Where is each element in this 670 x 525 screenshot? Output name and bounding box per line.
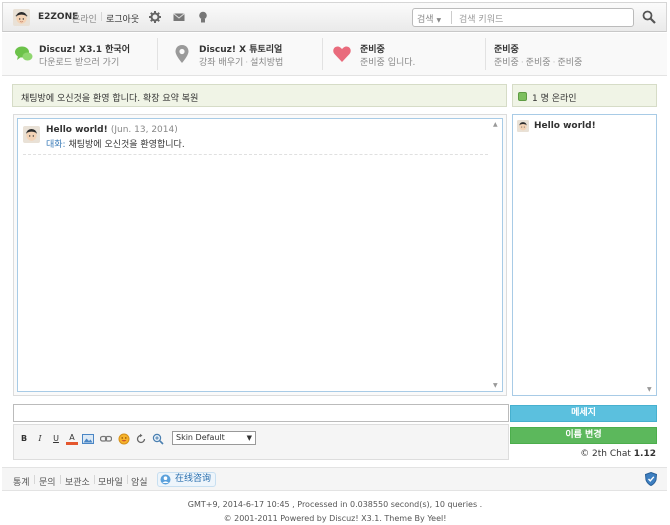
- font-color-icon[interactable]: A: [66, 433, 78, 445]
- message-author[interactable]: Hello world! (Jun. 13, 2014): [46, 125, 178, 135]
- gear-icon[interactable]: [149, 11, 161, 23]
- italic-icon[interactable]: I: [34, 433, 46, 445]
- intro-item-prep[interactable]: 준비중 준비중 입니다.: [332, 40, 482, 70]
- consult-icon: [160, 474, 171, 485]
- intro-link[interactable]: 준비중: [494, 58, 519, 68]
- search-icon[interactable]: [642, 10, 656, 24]
- message-body: 대화: 채팅방에 오신것을 환영합니다.: [46, 137, 185, 150]
- intro-sub[interactable]: 다운로드 받으러 가기: [39, 55, 119, 68]
- bold-icon[interactable]: B: [18, 433, 30, 445]
- divider: |: [93, 475, 97, 485]
- divider: |: [59, 475, 63, 485]
- intro-title: Discuz! X3.1 한국어: [39, 45, 130, 55]
- user-list[interactable]: Hello world! ▼: [512, 114, 657, 396]
- link-icon[interactable]: [100, 433, 112, 445]
- intro-title: Discuz! X 튜토리얼: [199, 45, 283, 55]
- editor-toolbar: B I U A Skin Default ▼: [13, 424, 509, 460]
- divider: |: [100, 12, 104, 22]
- chat-copyright: © 2th Chat 1.12: [580, 449, 656, 459]
- intro-sub: 강좌 배우기 · 설치방법: [199, 58, 284, 68]
- message-text: 채팅방에 오신것을 환영합니다.: [68, 140, 185, 150]
- lightbulb-icon[interactable]: [197, 11, 209, 23]
- divider: [322, 38, 323, 70]
- map-pin-icon: [175, 45, 189, 63]
- intro-link[interactable]: 준비중: [526, 58, 551, 68]
- scroll-down-icon[interactable]: ▼: [493, 382, 498, 389]
- search-input[interactable]: 검색 키워드: [459, 12, 503, 25]
- message-date: (Jun. 13, 2014): [110, 125, 178, 135]
- chat-message: Hello world! (Jun. 13, 2014) 대화: 채팅방에 오신…: [23, 125, 488, 155]
- skin-select[interactable]: Skin Default ▼: [172, 431, 256, 445]
- chat-module: 채팅방에 오신것을 환영 합니다. 확장 요약 복원 1 명 온라인 Hello…: [10, 79, 659, 463]
- intro-sub: 준비중 · 준비중 · 준비중: [494, 58, 583, 68]
- online-count-bar: 1 명 온라인: [512, 84, 657, 107]
- chat-message-input[interactable]: [13, 404, 509, 422]
- message-sender: 대화:: [46, 140, 66, 150]
- user-status: 온라인: [72, 15, 97, 25]
- top-bar: E2ZONE 온라인 | 로그아웃 검색 ▼ 검색 키워드: [2, 2, 667, 32]
- intro-item-prep-2[interactable]: 준비중 준비중 · 준비중 · 준비중: [494, 40, 654, 70]
- divider: [451, 11, 452, 24]
- shield-icon[interactable]: [645, 472, 657, 486]
- intro-title: 준비중: [360, 45, 385, 55]
- scroll-down-icon[interactable]: ▼: [647, 386, 652, 393]
- image-icon[interactable]: [82, 433, 94, 445]
- footer-link-darkroom[interactable]: 암실: [131, 475, 148, 488]
- chat-bubbles-icon: [15, 46, 33, 61]
- send-message-button[interactable]: 메세지: [510, 405, 657, 422]
- mail-icon[interactable]: [173, 11, 185, 23]
- intro-item-tutorial[interactable]: Discuz! X 튜토리얼 강좌 배우기 · 설치방법: [172, 40, 322, 70]
- intro-strip: Discuz! X3.1 한국어 다운로드 받으러 가기 Discuz! X 튜…: [2, 33, 667, 76]
- refresh-icon[interactable]: [135, 433, 147, 445]
- message-panel: Hello world! (Jun. 13, 2014) 대화: 채팅방에 오신…: [13, 114, 507, 396]
- footer-nav: 통계 | 문의 | 보관소 | 모바일 | 암실 在线咨询: [2, 467, 667, 491]
- intro-link[interactable]: 설치방법: [250, 58, 283, 68]
- scrollbar[interactable]: ▲ ▼: [492, 120, 501, 390]
- intro-link[interactable]: 강좌 배우기: [199, 58, 243, 68]
- intro-item-korean[interactable]: Discuz! X3.1 한국어 다운로드 받으러 가기: [14, 40, 164, 70]
- intro-sub[interactable]: 준비중 입니다.: [360, 55, 415, 68]
- underline-icon[interactable]: U: [50, 433, 62, 445]
- chevron-down-icon: ▼: [246, 434, 252, 442]
- divider: [157, 38, 158, 70]
- emoticon-icon[interactable]: [118, 433, 130, 445]
- intro-title: 준비중: [494, 45, 519, 55]
- footer-link-stats[interactable]: 통계: [13, 475, 30, 488]
- search-scope-select[interactable]: 검색 ▼: [417, 12, 441, 25]
- scroll-up-icon[interactable]: ▲: [493, 121, 498, 128]
- avatar: [517, 120, 529, 132]
- divider: |: [33, 475, 37, 485]
- divider: [485, 38, 486, 70]
- footer-link-archive[interactable]: 보관소: [65, 475, 90, 488]
- user-name: Hello world!: [534, 121, 596, 131]
- powered-by: © 2001-2011 Powered by Discuz! X3.1. The…: [223, 514, 447, 523]
- intro-link[interactable]: 준비중: [557, 58, 582, 68]
- gmt-info: GMT+9, 2014-6-17 10:45 , Processed in 0.…: [187, 500, 483, 509]
- logout-link[interactable]: 로그아웃: [106, 12, 139, 25]
- online-indicator-icon: [518, 92, 527, 101]
- change-name-button[interactable]: 이름 변경: [510, 427, 657, 444]
- notice-text[interactable]: 채팅방에 오신것을 환영 합니다. 확장 요약 복원: [21, 91, 198, 104]
- chat-notice: 채팅방에 오신것을 환영 합니다. 확장 요약 복원: [12, 84, 507, 107]
- avatar[interactable]: [23, 126, 40, 143]
- avatar[interactable]: [13, 9, 30, 26]
- footer-link-mobile[interactable]: 모바일: [98, 475, 123, 488]
- online-consult-button[interactable]: 在线咨询: [157, 472, 217, 487]
- message-list[interactable]: Hello world! (Jun. 13, 2014) 대화: 채팅방에 오신…: [17, 118, 503, 392]
- online-count: 1 명 온라인: [532, 94, 577, 104]
- search-box: 검색 ▼ 검색 키워드: [412, 8, 634, 27]
- heart-icon: [333, 46, 351, 62]
- scrollbar[interactable]: ▼: [646, 116, 655, 394]
- zoom-icon[interactable]: [152, 433, 164, 445]
- footer-link-contact[interactable]: 문의: [39, 475, 56, 488]
- divider: |: [126, 475, 130, 485]
